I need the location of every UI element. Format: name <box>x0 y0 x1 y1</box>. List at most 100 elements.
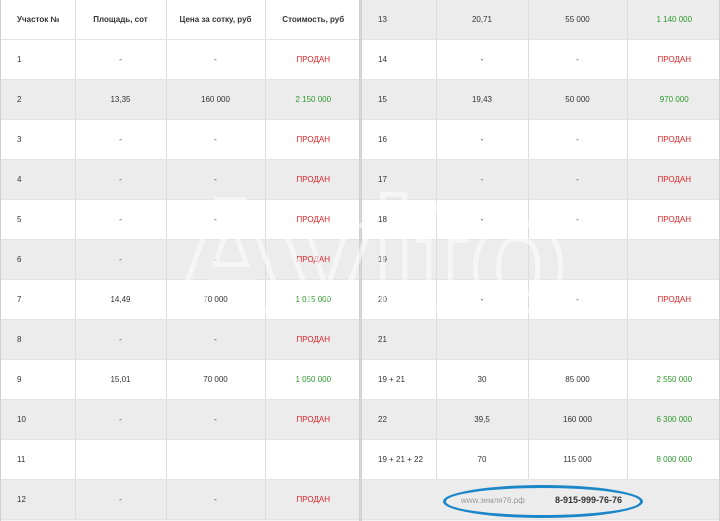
cost-cell: ПРОДАН <box>265 199 359 240</box>
area-cell: 15,01 <box>75 359 167 400</box>
plot-number-cell: 15 <box>362 79 437 120</box>
area-cell: 19,43 <box>436 79 529 120</box>
plot-number-cell: 6 <box>1 239 76 280</box>
plot-number-cell: 4 <box>1 159 76 200</box>
cost-cell <box>627 319 719 360</box>
cost-cell: ПРОДАН <box>627 119 719 160</box>
area-cell: - <box>75 479 167 520</box>
area-cell: 14,49 <box>75 279 167 320</box>
cost-cell: 2 550 000 <box>627 359 719 400</box>
right-table-panel: 13 20,71 55 000 1 140 000 14- - ПРОДАН 15 19,43 5… <box>361 0 720 521</box>
cost-cell <box>627 239 719 280</box>
phone-text[interactable]: 8-915-999-76-76 <box>555 495 622 505</box>
cost-cell: ПРОДАН <box>627 199 719 240</box>
table-row: 12- - ПРОДАН <box>1 479 359 520</box>
table-row: 5- - ПРОДАН <box>1 199 359 240</box>
plot-number-cell: 2 <box>1 79 76 120</box>
plot-number-cell: 16 <box>362 119 437 160</box>
price-per-sotka-cell <box>528 239 628 280</box>
table-row: 7 14,49 70 000 1 015 000 <box>1 279 359 320</box>
area-cell: 39,5 <box>436 399 529 440</box>
footer-row: www.земля76.рф 8-915-999-76-76 <box>362 479 719 520</box>
cost-cell: ПРОДАН <box>265 239 359 280</box>
price-per-sotka-cell: 85 000 <box>528 359 628 400</box>
price-per-sotka-cell: - <box>528 159 628 200</box>
area-cell: - <box>75 119 167 160</box>
cost-cell: ПРОДАН <box>265 399 359 440</box>
area-cell: - <box>436 279 529 320</box>
price-per-sotka-cell: 70 000 <box>166 359 266 400</box>
area-cell: - <box>75 39 167 80</box>
plot-number-cell: 13 <box>362 0 437 40</box>
area-cell: - <box>75 239 167 280</box>
price-per-sotka-cell: - <box>528 39 628 80</box>
plot-number-cell: 9 <box>1 359 76 400</box>
plot-number-cell: 11 <box>1 439 76 480</box>
plot-number-cell: 19 + 21 + 22 <box>362 439 437 480</box>
cost-cell: 8 000 000 <box>627 439 719 480</box>
cost-cell: 1 050 000 <box>265 359 359 400</box>
cost-cell: ПРОДАН <box>265 119 359 160</box>
area-cell: 20,71 <box>436 0 529 40</box>
area-cell: - <box>436 119 529 160</box>
cost-cell <box>265 439 359 480</box>
cost-cell: ПРОДАН <box>627 159 719 200</box>
area-cell: 30 <box>436 359 529 400</box>
area-cell: - <box>75 399 167 440</box>
cost-cell: ПРОДАН <box>265 479 359 520</box>
table-row: 6- - ПРОДАН <box>1 239 359 280</box>
column-header: Цена за сотку, руб <box>166 0 266 40</box>
cost-cell: 6 300 000 <box>627 399 719 440</box>
plot-number-cell: 22 <box>362 399 437 440</box>
cost-cell: ПРОДАН <box>265 159 359 200</box>
website-text[interactable]: www.земля76.рф <box>461 496 525 505</box>
table-row: 16- - ПРОДАН <box>362 119 719 160</box>
table-row: 19 <box>362 239 719 280</box>
price-per-sotka-cell: - <box>166 319 266 360</box>
price-per-sotka-cell: 70 000 <box>166 279 266 320</box>
right-price-table: 13 20,71 55 000 1 140 000 14- - ПРОДАН 15 19,43 5… <box>362 0 719 520</box>
price-per-sotka-cell: - <box>166 159 266 200</box>
table-row: 13 20,71 55 000 1 140 000 <box>362 0 719 40</box>
price-per-sotka-cell: - <box>166 119 266 160</box>
plot-number-cell: 14 <box>362 39 437 80</box>
price-per-sotka-cell <box>528 319 628 360</box>
price-per-sotka-cell: 55 000 <box>528 0 628 40</box>
table-row: 3- - ПРОДАН <box>1 119 359 160</box>
plot-number-cell: 10 <box>1 399 76 440</box>
table-header-row: Участок № Площадь, сот Цена за сотку, руб С… <box>1 0 359 40</box>
price-per-sotka-cell: - <box>166 239 266 280</box>
price-per-sotka-cell: - <box>166 39 266 80</box>
plot-number-cell: 8 <box>1 319 76 360</box>
table-row: 19 + 21 30 85 000 2 550 000 <box>362 359 719 400</box>
plot-number-cell: 19 + 21 <box>362 359 437 400</box>
plot-number-cell: 21 <box>362 319 437 360</box>
plot-number-cell: 1 <box>1 39 76 80</box>
column-header: Стоимость, руб <box>265 0 359 40</box>
left-table-panel: Участок № Площадь, сот Цена за сотку, руб С… <box>0 0 360 521</box>
table-row: 10- - ПРОДАН <box>1 399 359 440</box>
column-header: Площадь, сот <box>75 0 167 40</box>
area-cell <box>436 239 529 280</box>
area-cell <box>436 319 529 360</box>
price-per-sotka-cell: - <box>528 279 628 320</box>
plot-number-cell: 17 <box>362 159 437 200</box>
area-cell: - <box>436 159 529 200</box>
plot-number-cell: 18 <box>362 199 437 240</box>
table-row: 22 39,5 160 000 6 300 000 <box>362 399 719 440</box>
cost-cell: 2 150 000 <box>265 79 359 120</box>
left-price-table: Участок № Площадь, сот Цена за сотку, руб С… <box>1 0 359 520</box>
cost-cell: 1 015 000 <box>265 279 359 320</box>
cost-cell: ПРОДАН <box>627 279 719 320</box>
plot-number-cell: 19 <box>362 239 437 280</box>
cost-cell: ПРОДАН <box>627 39 719 80</box>
table-row: 4- - ПРОДАН <box>1 159 359 200</box>
cost-cell: ПРОДАН <box>265 39 359 80</box>
area-cell: 13,35 <box>75 79 167 120</box>
price-per-sotka-cell: - <box>528 119 628 160</box>
plot-number-cell: 3 <box>1 119 76 160</box>
table-row: 2 13,35 160 000 2 150 000 <box>1 79 359 120</box>
footer-cell: www.земля76.рф 8-915-999-76-76 <box>362 479 719 520</box>
table-row: 18- - ПРОДАН <box>362 199 719 240</box>
price-per-sotka-cell: - <box>166 479 266 520</box>
